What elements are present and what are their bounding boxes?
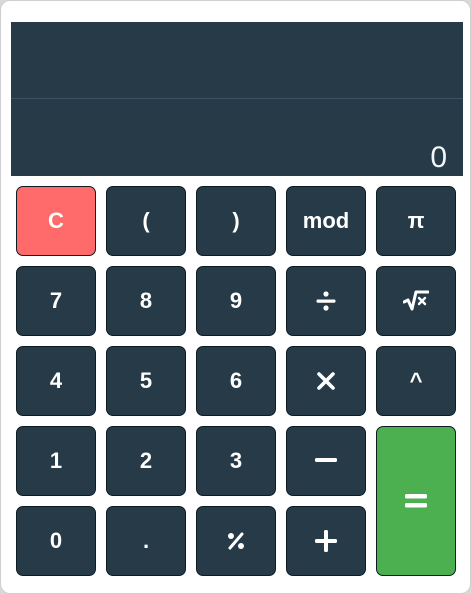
eight-button[interactable]: 8 (106, 266, 186, 336)
four-button[interactable]: 4 (16, 346, 96, 416)
power-button[interactable]: ^ (376, 346, 456, 416)
six-button[interactable]: 6 (196, 346, 276, 416)
equals-button[interactable] (376, 426, 456, 576)
nine-button[interactable]: 9 (196, 266, 276, 336)
mod-button[interactable]: mod (286, 186, 366, 256)
clear-button[interactable]: C (16, 186, 96, 256)
decimal-button[interactable]: . (106, 506, 186, 576)
zero-button[interactable]: 0 (16, 506, 96, 576)
percent-icon (226, 531, 246, 551)
multiply-icon (316, 371, 336, 391)
multiply-button[interactable] (286, 346, 366, 416)
three-button[interactable]: 3 (196, 426, 276, 496)
close-paren-button[interactable]: ) (196, 186, 276, 256)
minus-icon (315, 458, 337, 464)
percent-button[interactable] (196, 506, 276, 576)
minus-button[interactable] (286, 426, 366, 496)
five-button[interactable]: 5 (106, 346, 186, 416)
plus-button[interactable] (286, 506, 366, 576)
open-paren-button[interactable]: ( (106, 186, 186, 256)
one-button[interactable]: 1 (16, 426, 96, 496)
two-button[interactable]: 2 (106, 426, 186, 496)
sqrt-button[interactable] (376, 266, 456, 336)
expression-display (11, 22, 463, 99)
seven-button[interactable]: 7 (16, 266, 96, 336)
display-panel: 0 (11, 22, 463, 176)
calculator: 0 C ( ) mod π 7 8 9 4 5 6 ^ 1 2 3 0 . (0, 0, 471, 594)
square-root-icon (403, 290, 429, 312)
pi-button[interactable]: π (376, 186, 456, 256)
result-display: 0 (430, 141, 447, 174)
divide-icon (315, 290, 337, 312)
equals-icon (405, 493, 427, 509)
plus-icon (315, 530, 337, 552)
divide-button[interactable] (286, 266, 366, 336)
